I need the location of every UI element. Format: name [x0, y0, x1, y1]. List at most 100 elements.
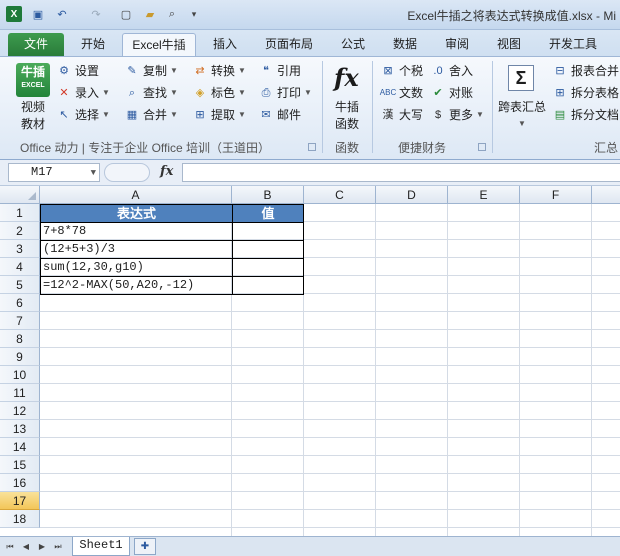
extract-button[interactable]: ⊞ 提取 ▼: [192, 105, 246, 125]
expression-cell[interactable]: sum(12,30,g10): [40, 258, 233, 277]
niucha-functions-button[interactable]: 牛插 函数: [330, 99, 364, 133]
print-preview-icon[interactable]: ⌕: [164, 6, 180, 22]
value-cell[interactable]: [232, 240, 304, 259]
income-tax-button[interactable]: ⊠ 个税: [380, 61, 423, 81]
row-header[interactable]: 7: [0, 312, 40, 330]
prev-sheet-icon[interactable]: ◀: [20, 541, 32, 553]
dialog-launcher-icon[interactable]: [308, 143, 316, 151]
group-label-summary: 汇总: [594, 141, 619, 155]
select-all-button[interactable]: [0, 186, 40, 204]
column-header-c[interactable]: C: [304, 186, 376, 204]
insert-function-icon[interactable]: fx: [160, 164, 173, 179]
row-header[interactable]: 14: [0, 438, 40, 456]
save-icon[interactable]: ▣: [30, 6, 46, 22]
row-header[interactable]: 18: [0, 510, 40, 528]
tab-insert[interactable]: 插入: [204, 33, 246, 56]
next-sheet-icon[interactable]: ▶: [36, 541, 48, 553]
split-docs-button[interactable]: ▤ 拆分文档: [552, 105, 619, 125]
row-header[interactable]: 10: [0, 366, 40, 384]
excel-app-icon[interactable]: X: [6, 6, 22, 22]
merge-reports-button[interactable]: ⊟ 报表合并: [552, 61, 619, 81]
select-button[interactable]: ↖ 选择 ▼: [56, 105, 110, 125]
cross-sheet-summary-button[interactable]: 跨表汇总: [496, 99, 548, 116]
copy-button[interactable]: ✎ 复制 ▼: [124, 61, 178, 81]
niucha-logo[interactable]: 牛插 EXCEL: [16, 63, 50, 97]
function-icon[interactable]: fx: [334, 63, 360, 92]
quote-button[interactable]: ❝ 引用: [258, 61, 301, 81]
row-header[interactable]: 16: [0, 474, 40, 492]
mail-button[interactable]: ✉ 邮件: [258, 105, 301, 125]
row-header[interactable]: 8: [0, 330, 40, 348]
sheet-tab-sheet1[interactable]: Sheet1: [72, 537, 130, 556]
convert-button[interactable]: ⇄ 转换 ▼: [192, 61, 246, 81]
expression-cell[interactable]: 7+8*78: [40, 222, 233, 241]
print-button[interactable]: ⎙ 打印 ▼: [258, 83, 312, 103]
header-cell-expression[interactable]: 表达式: [40, 204, 233, 223]
row-header[interactable]: 11: [0, 384, 40, 402]
value-cell[interactable]: [232, 276, 304, 295]
name-box[interactable]: M17 ▼: [8, 163, 100, 182]
chevron-down-icon[interactable]: ▼: [91, 165, 96, 182]
column-header-e[interactable]: E: [448, 186, 520, 204]
merge-button[interactable]: ▦ 合并 ▼: [124, 105, 178, 125]
column-header-a[interactable]: A: [40, 186, 232, 204]
row-gridline: [40, 509, 620, 510]
more-button[interactable]: $ 更多 ▼: [430, 105, 484, 125]
value-cell[interactable]: [232, 258, 304, 277]
undo-icon[interactable]: ↶: [54, 6, 70, 22]
dollar-icon: $: [434, 109, 442, 121]
color-mark-button[interactable]: ◈ 标色 ▼: [192, 83, 246, 103]
new-file-icon[interactable]: ▢: [118, 6, 134, 22]
tab-data[interactable]: 数据: [384, 33, 426, 56]
tab-home[interactable]: 开始: [70, 33, 116, 56]
find-button[interactable]: ⌕ 查找 ▼: [124, 83, 178, 103]
header-cell-value[interactable]: 值: [232, 204, 304, 223]
round-button[interactable]: .0 舍入: [430, 61, 473, 81]
text-number-button[interactable]: ABC 文数: [380, 83, 423, 103]
tab-excel-niucha[interactable]: Excel牛插: [122, 33, 196, 56]
row-header[interactable]: 6: [0, 294, 40, 312]
expression-cell[interactable]: =12^2-MAX(50,A20,-12): [40, 276, 233, 295]
chevron-down-icon[interactable]: ▼: [518, 119, 526, 128]
row-header[interactable]: 1: [0, 204, 40, 222]
row-header[interactable]: 2: [0, 222, 40, 240]
row-header[interactable]: 5: [0, 276, 40, 294]
spreadsheet-grid[interactable]: A B C D E F 1 2 3 4 5 6 7 8 9 10 11 12 13 14 15 16 17 18 …: [0, 186, 620, 536]
last-sheet-icon[interactable]: ⏭: [52, 541, 64, 553]
split-tables-button[interactable]: ⊞ 拆分表格: [552, 83, 619, 103]
first-sheet-icon[interactable]: ⏮: [4, 541, 16, 553]
tab-file[interactable]: 文件: [8, 33, 64, 56]
insert-sheet-icon[interactable]: ✚: [134, 538, 156, 555]
open-folder-icon[interactable]: ▰: [142, 6, 158, 22]
tab-view[interactable]: 视图: [488, 33, 530, 56]
settings-button[interactable]: ⚙ 设置: [56, 61, 99, 81]
reconcile-button[interactable]: ✔ 对账: [430, 83, 473, 103]
row-header[interactable]: 13: [0, 420, 40, 438]
column-header-b[interactable]: B: [232, 186, 304, 204]
sigma-icon[interactable]: Σ: [508, 65, 534, 91]
column-header-g[interactable]: [592, 186, 620, 204]
row-header[interactable]: 3: [0, 240, 40, 258]
tab-developer[interactable]: 开发工具: [540, 33, 606, 56]
formula-input[interactable]: [182, 163, 620, 182]
value-cell[interactable]: [232, 222, 304, 241]
printer-icon: ⎙: [261, 87, 271, 99]
redo-icon[interactable]: ↷: [88, 6, 104, 22]
tab-review[interactable]: 审阅: [436, 33, 478, 56]
video-tutorial-button[interactable]: 视频 教材: [16, 99, 50, 133]
tab-formulas[interactable]: 公式: [332, 33, 374, 56]
row-header[interactable]: 12: [0, 402, 40, 420]
customize-toolbar-icon[interactable]: ▾: [186, 6, 202, 22]
row-gridline: [40, 329, 620, 330]
column-header-d[interactable]: D: [376, 186, 448, 204]
row-header[interactable]: 15: [0, 456, 40, 474]
entry-button[interactable]: ✕ 录入 ▼: [56, 83, 110, 103]
column-header-f[interactable]: F: [520, 186, 592, 204]
row-header[interactable]: 4: [0, 258, 40, 276]
uppercase-button[interactable]: 漢大写: [380, 105, 424, 125]
dialog-launcher-icon[interactable]: [478, 143, 486, 151]
expression-cell[interactable]: (12+5+3)/3: [40, 240, 233, 259]
row-header[interactable]: 17: [0, 492, 40, 510]
row-header[interactable]: 9: [0, 348, 40, 366]
tab-page-layout[interactable]: 页面布局: [256, 33, 322, 56]
